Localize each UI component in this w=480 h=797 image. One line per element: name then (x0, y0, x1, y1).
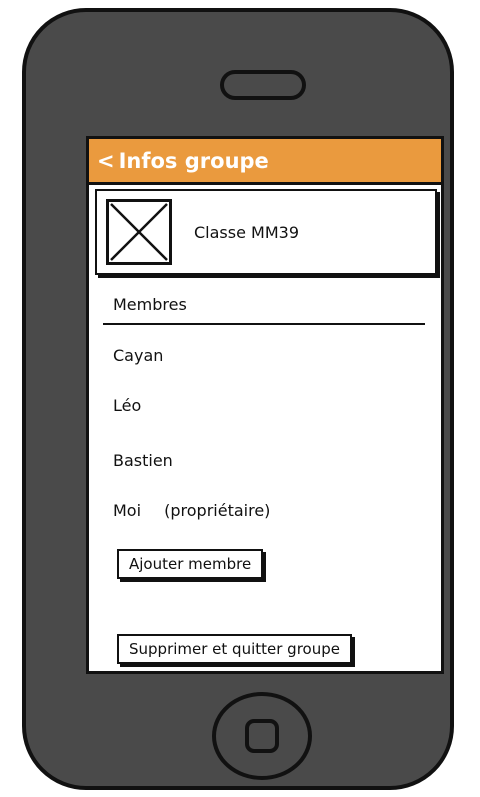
member-role: (propriétaire) (164, 501, 271, 520)
member-item: Bastien (113, 451, 173, 470)
member-name: Léo (113, 396, 142, 415)
add-member-button[interactable]: Ajouter membre (117, 549, 264, 579)
home-button[interactable] (212, 692, 312, 780)
phone-speaker (220, 70, 306, 100)
member-item: Léo (113, 396, 141, 415)
members-section-title: Membres (113, 295, 187, 314)
back-button[interactable]: < (97, 149, 115, 173)
delete-leave-group-button[interactable]: Supprimer et quitter groupe (117, 634, 352, 664)
member-name: Cayan (113, 346, 164, 365)
member-item: Cayan (113, 346, 163, 365)
page-title: Infos groupe (118, 148, 269, 173)
group-name: Classe MM39 (194, 222, 299, 242)
image-placeholder-icon[interactable] (106, 199, 172, 265)
member-item: Moi (propriétaire) (113, 501, 270, 520)
app-header: < Infos groupe (89, 139, 441, 185)
phone-screen: < Infos groupe Classe MM39 Membres Cayan… (86, 136, 444, 674)
group-card: Classe MM39 (95, 189, 437, 275)
home-button-square-icon (245, 719, 279, 753)
divider (103, 323, 425, 325)
phone-frame: < Infos groupe Classe MM39 Membres Cayan… (22, 8, 454, 790)
member-name: Moi (113, 501, 142, 520)
member-name: Bastien (113, 451, 173, 470)
